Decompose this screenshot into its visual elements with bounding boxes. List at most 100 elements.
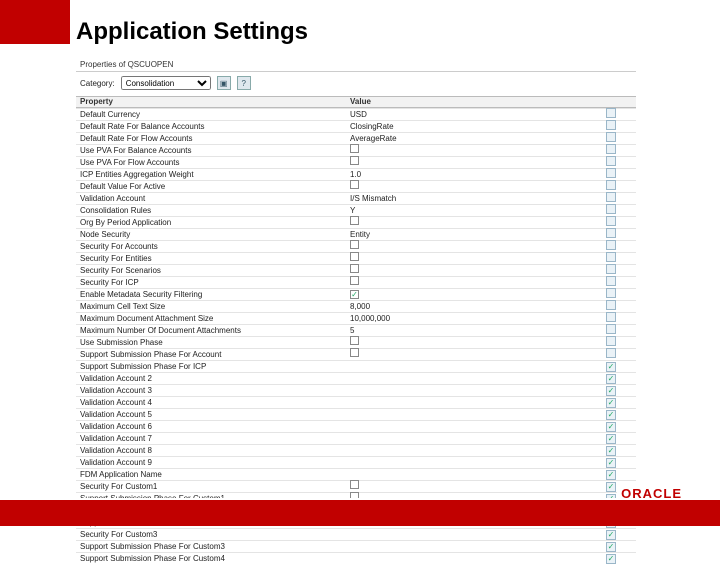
value-cell[interactable] (346, 289, 596, 301)
value-checkbox[interactable] (350, 240, 359, 249)
status-checkbox[interactable] (606, 530, 616, 540)
status-checkbox[interactable] (606, 120, 616, 130)
status-checkbox[interactable] (606, 470, 616, 480)
status-checkbox[interactable] (606, 362, 616, 372)
table-row[interactable]: Org By Period Application (76, 216, 636, 228)
value-checkbox[interactable] (350, 480, 359, 489)
status-checkbox[interactable] (606, 542, 616, 552)
status-checkbox[interactable] (606, 156, 616, 166)
status-checkbox[interactable] (606, 252, 616, 262)
status-checkbox[interactable] (606, 434, 616, 444)
save-button[interactable]: ▣ (217, 76, 231, 90)
value-cell[interactable] (346, 216, 596, 229)
table-row[interactable]: FDM Application Name (76, 468, 636, 480)
table-row[interactable]: Security For Scenarios (76, 264, 636, 276)
table-row[interactable]: Consolidation RulesY (76, 204, 636, 216)
value-checkbox[interactable] (350, 290, 359, 299)
table-row[interactable]: Support Submission Phase For Custom3 (76, 540, 636, 552)
value-cell[interactable]: 5 (346, 325, 596, 337)
table-row[interactable]: Validation Account 2 (76, 372, 636, 384)
status-checkbox[interactable] (606, 300, 616, 310)
value-checkbox[interactable] (350, 276, 359, 285)
status-checkbox[interactable] (606, 204, 616, 214)
value-cell[interactable]: Y (346, 205, 596, 217)
table-row[interactable]: Maximum Number Of Document Attachments5 (76, 324, 636, 336)
status-checkbox[interactable] (606, 108, 616, 118)
status-checkbox[interactable] (606, 336, 616, 346)
status-checkbox[interactable] (606, 312, 616, 322)
value-cell[interactable]: Entity (346, 229, 596, 241)
table-row[interactable]: Maximum Document Attachment Size10,000,0… (76, 312, 636, 324)
table-row[interactable]: Security For Accounts (76, 240, 636, 252)
table-row[interactable]: Validation Account 5 (76, 408, 636, 420)
table-row[interactable]: ICP Entities Aggregation Weight1.0 (76, 168, 636, 180)
table-row[interactable]: Security For Custom1 (76, 480, 636, 492)
value-cell[interactable]: 1.0 (346, 169, 596, 181)
table-row[interactable]: Default CurrencyUSD (76, 108, 636, 120)
help-button[interactable]: ? (237, 76, 251, 90)
table-row[interactable]: Enable Metadata Security Filtering (76, 288, 636, 300)
status-checkbox[interactable] (606, 192, 616, 202)
status-checkbox[interactable] (606, 348, 616, 358)
table-row[interactable]: Node SecurityEntity (76, 228, 636, 240)
value-cell[interactable]: I/S Mismatch (346, 193, 596, 205)
status-checkbox[interactable] (606, 288, 616, 298)
status-checkbox[interactable] (606, 446, 616, 456)
table-row[interactable]: Use PVA For Balance Accounts (76, 144, 636, 156)
status-checkbox[interactable] (606, 276, 616, 286)
table-row[interactable]: Support Submission Phase For Account (76, 348, 636, 360)
status-checkbox[interactable] (606, 398, 616, 408)
status-checkbox[interactable] (606, 482, 616, 492)
table-row[interactable]: Use PVA For Flow Accounts (76, 156, 636, 168)
table-row[interactable]: Security For Custom3 (76, 528, 636, 540)
table-row[interactable]: Support Submission Phase For ICP (76, 360, 636, 372)
status-checkbox[interactable] (606, 422, 616, 432)
category-select[interactable]: Consolidation (121, 76, 211, 90)
table-row[interactable]: Support Submission Phase For Custom4 (76, 552, 636, 564)
value-cell[interactable] (346, 276, 596, 289)
value-checkbox[interactable] (350, 216, 359, 225)
status-checkbox[interactable] (606, 168, 616, 178)
value-checkbox[interactable] (350, 264, 359, 273)
table-row[interactable]: Security For ICP (76, 276, 636, 288)
table-row[interactable]: Validation Account 8 (76, 444, 636, 456)
status-checkbox[interactable] (606, 264, 616, 274)
status-checkbox[interactable] (606, 144, 616, 154)
status-checkbox[interactable] (606, 386, 616, 396)
value-checkbox[interactable] (350, 180, 359, 189)
table-row[interactable]: Validation Account 3 (76, 384, 636, 396)
status-checkbox[interactable] (606, 324, 616, 334)
value-cell[interactable] (346, 180, 596, 193)
table-row[interactable]: Validation Account 6 (76, 420, 636, 432)
table-row[interactable]: Use Submission Phase (76, 336, 636, 348)
table-row[interactable]: Validation AccountI/S Mismatch (76, 192, 636, 204)
status-checkbox[interactable] (606, 240, 616, 250)
status-checkbox[interactable] (606, 554, 616, 564)
value-cell[interactable] (346, 348, 596, 361)
status-checkbox[interactable] (606, 228, 616, 238)
value-checkbox[interactable] (350, 144, 359, 153)
status-checkbox[interactable] (606, 410, 616, 420)
value-cell[interactable] (346, 156, 596, 169)
table-row[interactable]: Validation Account 9 (76, 456, 636, 468)
table-row[interactable]: Default Rate For Flow AccountsAverageRat… (76, 132, 636, 144)
table-row[interactable]: Security For Entities (76, 252, 636, 264)
table-row[interactable]: Default Rate For Balance AccountsClosing… (76, 120, 636, 132)
status-checkbox[interactable] (606, 216, 616, 226)
value-checkbox[interactable] (350, 252, 359, 261)
table-row[interactable]: Default Value For Active (76, 180, 636, 192)
value-checkbox[interactable] (350, 348, 359, 357)
value-cell[interactable]: 10,000,000 (346, 313, 596, 325)
value-checkbox[interactable] (350, 156, 359, 165)
status-checkbox[interactable] (606, 132, 616, 142)
status-checkbox[interactable] (606, 180, 616, 190)
value-checkbox[interactable] (350, 336, 359, 345)
table-row[interactable]: Maximum Cell Text Size8,000 (76, 300, 636, 312)
table-row[interactable]: Validation Account 4 (76, 396, 636, 408)
value-cell[interactable]: 8,000 (346, 301, 596, 313)
value-cell[interactable]: ClosingRate (346, 121, 596, 133)
value-cell[interactable]: AverageRate (346, 133, 596, 145)
value-cell[interactable]: USD (346, 109, 596, 121)
status-checkbox[interactable] (606, 458, 616, 468)
table-row[interactable]: Validation Account 7 (76, 432, 636, 444)
